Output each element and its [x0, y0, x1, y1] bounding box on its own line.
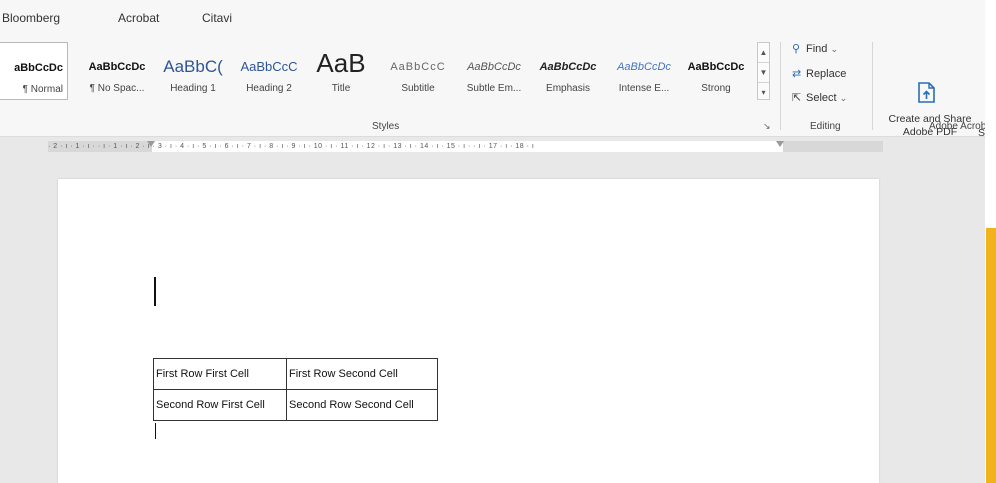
- styles-group-label: Styles: [372, 121, 400, 132]
- table-cell[interactable]: Second Row Second Cell: [286, 389, 438, 421]
- horizontal-ruler[interactable]: · 2 · ı · 1 · ı · · ı · 1 · ı · 2 · ı · …: [0, 137, 985, 159]
- ruler-scale: · 2 · ı · 1 · ı · · ı · 1 · ı · 2 · ı · …: [48, 143, 535, 150]
- style-preview: aBbCcDc: [14, 62, 63, 74]
- style-name: Subtle Em...: [466, 83, 522, 94]
- style-subtle-emphasis[interactable]: AaBbCcDc Subtle Em...: [456, 42, 532, 100]
- style-intense-emphasis[interactable]: AaBbCcDc Intense E...: [606, 42, 682, 100]
- first-line-indent-marker[interactable]: [147, 141, 155, 147]
- style-preview: AaBbCcDc: [617, 61, 671, 73]
- adobe-pdf-icon[interactable]: [916, 82, 936, 104]
- styles-gallery: aBbCcDc ¶ Normal AaBbCcDc ¶ No Spac... A…: [0, 42, 755, 102]
- adobe-acrobat-group-label: Adobe Acrob: [929, 121, 987, 132]
- style-subtitle[interactable]: AaBbCcC Subtitle: [380, 42, 456, 100]
- table-row: Second Row First Cell Second Row Second …: [153, 389, 438, 421]
- styles-launcher-icon[interactable]: ↘: [763, 121, 771, 132]
- menu-acrobat[interactable]: Acrobat: [118, 11, 159, 25]
- style-preview: AaBbCcDc: [467, 61, 521, 73]
- style-name: Emphasis: [546, 83, 590, 94]
- group-divider: [780, 42, 781, 130]
- style-preview: AaBbCcC: [240, 59, 298, 74]
- style-name: Subtitle: [401, 83, 435, 94]
- replace-icon: ⇄: [792, 68, 802, 80]
- style-heading-2[interactable]: AaBbCcC Heading 2: [231, 42, 307, 100]
- scroll-down-icon[interactable]: ▼: [758, 63, 769, 83]
- editing-group-label: Editing: [810, 121, 841, 132]
- search-icon: ⚲: [792, 43, 801, 55]
- replace-label: Replace: [806, 68, 847, 80]
- scroll-up-icon[interactable]: ▲: [758, 43, 769, 63]
- style-heading-1[interactable]: AaBbC( Heading 1: [155, 42, 231, 100]
- styles-gallery-scroll: ▲ ▼ ▾: [757, 42, 770, 100]
- word-window: Bloomberg Acrobat Citavi aBbCcDc ¶ Norma…: [0, 0, 987, 483]
- style-preview: AaBbC(: [163, 57, 223, 76]
- text-cursor: [154, 277, 156, 306]
- style-title[interactable]: AaB Title: [303, 42, 379, 100]
- style-name: Heading 1: [170, 83, 216, 94]
- find-button[interactable]: ⚲ Find ⌄: [792, 42, 838, 55]
- cursor-icon: ⇱: [792, 92, 802, 104]
- menu-bar: Bloomberg Acrobat Citavi: [0, 0, 985, 36]
- style-normal[interactable]: aBbCcDc ¶ Normal: [0, 42, 68, 100]
- style-name: ¶ No Spac...: [89, 83, 145, 94]
- menu-citavi[interactable]: Citavi: [202, 11, 232, 25]
- style-no-spacing[interactable]: AaBbCcDc ¶ No Spac...: [79, 42, 155, 100]
- style-strong[interactable]: AaBbCcDc Strong: [678, 42, 754, 100]
- select-label: Select: [806, 92, 837, 104]
- text-cursor: [155, 423, 156, 439]
- more-styles-icon[interactable]: ▾: [758, 83, 769, 102]
- style-emphasis[interactable]: AaBbCcDc Emphasis: [530, 42, 606, 100]
- chevron-down-icon: ⌄: [839, 93, 848, 103]
- replace-button[interactable]: ⇄ Replace: [792, 67, 846, 80]
- right-indent-marker[interactable]: [776, 141, 784, 147]
- table-cell[interactable]: First Row First Cell: [153, 358, 287, 390]
- menu-bloomberg[interactable]: Bloomberg: [2, 11, 60, 25]
- group-divider: [872, 42, 873, 130]
- style-preview: AaBbCcDc: [88, 61, 146, 73]
- style-name: Strong: [701, 83, 731, 94]
- document-table[interactable]: First Row First Cell First Row Second Ce…: [153, 358, 438, 421]
- style-preview: AaBbCcDc: [539, 61, 597, 73]
- style-name: Heading 2: [246, 83, 292, 94]
- style-preview: AaBbCcDc: [687, 61, 745, 73]
- accent-bar: [986, 228, 996, 483]
- table-cell[interactable]: Second Row First Cell: [153, 389, 287, 421]
- ribbon: aBbCcDc ¶ Normal AaBbCcDc ¶ No Spac... A…: [0, 36, 987, 139]
- chevron-down-icon: ⌄: [830, 44, 839, 54]
- find-label: Find: [806, 43, 828, 55]
- table-cell[interactable]: First Row Second Cell: [286, 358, 438, 390]
- style-preview: AaBbCcC: [390, 61, 446, 73]
- table-row: First Row First Cell First Row Second Ce…: [153, 358, 438, 390]
- style-preview: AaB: [316, 48, 366, 78]
- style-name: ¶ Normal: [22, 84, 63, 95]
- document-page[interactable]: First Row First Cell First Row Second Ce…: [58, 179, 879, 483]
- style-name: Title: [331, 83, 351, 94]
- style-name: Intense E...: [618, 83, 670, 94]
- select-button[interactable]: ⇱ Select ⌄: [792, 91, 847, 104]
